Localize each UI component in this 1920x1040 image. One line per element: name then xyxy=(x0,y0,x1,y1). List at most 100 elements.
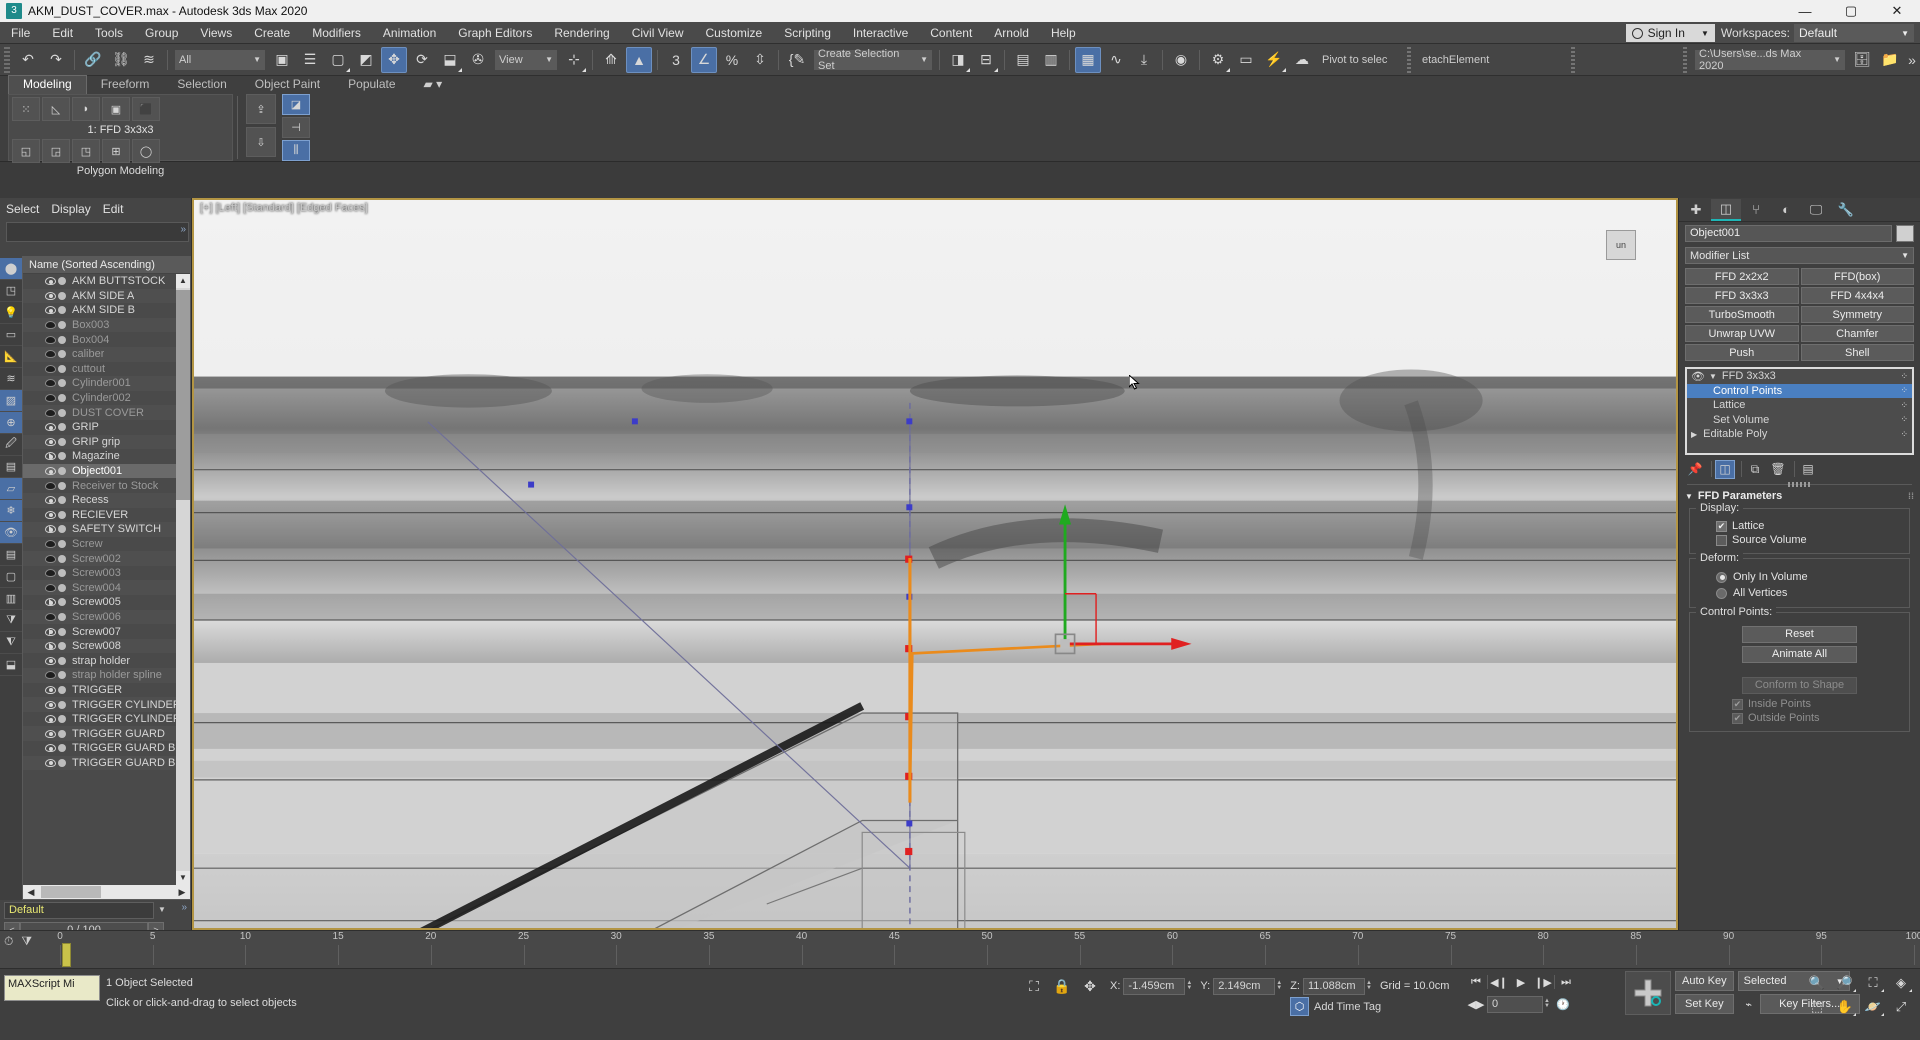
select-and-move-button[interactable]: ✥ xyxy=(381,46,407,73)
maxscript-mini-listener[interactable]: MAXScript Mi xyxy=(4,975,100,1001)
freeze-dot-icon[interactable] xyxy=(58,569,66,578)
use-pivot-point-center-button[interactable]: ⊹ xyxy=(561,47,587,73)
eye-visible-icon[interactable] xyxy=(45,758,56,767)
modify-tab-icon[interactable]: ◫ xyxy=(1711,198,1741,221)
eye-icon[interactable]: 👁 xyxy=(1691,370,1705,383)
z-field[interactable]: 11.088cm xyxy=(1302,977,1365,995)
key-mode-toggle-button[interactable]: ◀▶ xyxy=(1465,994,1487,1014)
animate-all-button[interactable]: Animate All xyxy=(1742,646,1857,663)
explorer-row[interactable]: cuttout xyxy=(23,362,190,377)
menu-scripting[interactable]: Scripting xyxy=(773,22,842,44)
filter-hidden-icon[interactable]: 👁 xyxy=(0,522,22,544)
filter-helpers-icon[interactable]: 📐 xyxy=(0,346,22,368)
explorer-menu-select[interactable]: Select xyxy=(6,202,51,216)
open-project-folder-button[interactable]: 📁 xyxy=(1877,47,1903,73)
ribbon-tab-populate[interactable]: Populate xyxy=(334,76,409,94)
eye-hidden-icon[interactable] xyxy=(45,408,56,417)
ribbon-tab-selection[interactable]: Selection xyxy=(163,76,240,94)
selection-lock-region-icon[interactable]: ⛶ xyxy=(1021,973,1047,999)
zoom-all-icon[interactable]: 🔎 xyxy=(1832,972,1858,994)
paint-connect-button[interactable]: ◳ xyxy=(72,139,100,163)
explorer-row[interactable]: Screw004 xyxy=(23,580,190,596)
scene-explorer-button[interactable]: ▥ xyxy=(1038,47,1064,73)
filter-square-icon[interactable]: ▢ xyxy=(0,566,22,588)
viewport-label[interactable]: [+] [Left] [Standard] [Edged Faces] xyxy=(200,202,368,214)
create-tab-icon[interactable]: ✚ xyxy=(1681,199,1711,221)
window-crossing-button[interactable]: ◩ xyxy=(353,47,379,73)
explorer-row[interactable]: Screw005 xyxy=(23,595,190,610)
explorer-row[interactable]: Object001 xyxy=(23,463,190,479)
scene-explorer-list[interactable]: Name (Sorted Ascending) AKM BUTTSTOCK AKM… xyxy=(22,256,191,900)
zoom-region-icon[interactable]: ⬚ xyxy=(1804,996,1830,1018)
create-selection-set-dropdown[interactable]: Create Selection Set ▼ xyxy=(814,48,932,72)
freeze-dot-icon[interactable] xyxy=(58,291,66,300)
absolute-relative-transform-icon[interactable]: ✥ xyxy=(1077,973,1103,999)
menu-graph-editors[interactable]: Graph Editors xyxy=(447,22,543,44)
menu-edit[interactable]: Edit xyxy=(41,22,84,44)
freeze-dot-icon[interactable] xyxy=(58,437,66,446)
stack-subitem-lattice[interactable]: Lattice ⁘ xyxy=(1687,398,1912,413)
explorer-row[interactable]: TRIGGER CYLINDER xyxy=(23,712,190,727)
viewport-left[interactable]: [+] [Left] [Standard] [Edged Faces] un xyxy=(192,198,1678,930)
freeze-dot-icon[interactable] xyxy=(58,364,66,373)
schematic-view-button[interactable]: ⤓ xyxy=(1131,47,1157,73)
selection-lock-icon[interactable]: 🔒 xyxy=(1049,973,1075,999)
show-end-result-icon[interactable]: ◫ xyxy=(1715,459,1735,479)
project-folder-dropdown[interactable]: C:\Users\se...ds Max 2020 ▼ xyxy=(1695,48,1845,72)
eye-visible-icon[interactable] xyxy=(45,423,56,432)
eye-hidden-icon[interactable] xyxy=(45,364,56,373)
auto-key-button[interactable]: Auto Key xyxy=(1675,971,1734,991)
eye-visible-icon[interactable] xyxy=(45,437,56,446)
freeze-dot-icon[interactable] xyxy=(58,715,66,724)
project-settings-button[interactable]: 🗄 xyxy=(1849,47,1875,73)
eye-hidden-icon[interactable] xyxy=(45,569,56,578)
eye-visible-icon[interactable] xyxy=(45,715,56,724)
layer-expand-icon[interactable]: » xyxy=(181,902,187,913)
freeze-dot-icon[interactable] xyxy=(58,583,66,592)
make-unique-icon[interactable]: ⧉ xyxy=(1745,460,1765,479)
pin-stack-icon[interactable]: 📌 xyxy=(1685,460,1705,479)
x-field[interactable]: -1.459cm xyxy=(1123,977,1186,995)
eye-visible-icon[interactable] xyxy=(45,291,56,300)
menu-create[interactable]: Create xyxy=(243,22,301,44)
stack-subitem-control-points[interactable]: Control Points ⁘ xyxy=(1687,383,1912,398)
maximize-button[interactable]: ▢ xyxy=(1828,0,1874,22)
explorer-row[interactable]: strap holder spline xyxy=(23,668,190,683)
vertex-subobject-button[interactable]: ⁙ xyxy=(12,97,40,121)
menu-animation[interactable]: Animation xyxy=(372,22,447,44)
explorer-row[interactable]: TRIGGER GUARD xyxy=(23,726,190,741)
orbit-icon[interactable]: 🪐 xyxy=(1860,996,1886,1018)
eye-visible-icon[interactable] xyxy=(45,642,56,651)
curve-editor-button[interactable]: ∿ xyxy=(1103,47,1129,73)
bind-to-space-warp-button[interactable]: ≋ xyxy=(136,47,162,73)
select-and-manipulate-button[interactable]: ⟰ xyxy=(598,47,624,73)
explorer-row[interactable]: Screw002 xyxy=(23,551,190,566)
pivot-to-selection-text[interactable]: Pivot to selec xyxy=(1316,54,1402,66)
explorer-row[interactable]: Recess xyxy=(23,492,190,508)
ribbon-tab-freeform[interactable]: Freeform xyxy=(87,76,164,94)
mirror-button[interactable]: ◨ xyxy=(945,47,971,73)
motion-tab-icon[interactable]: ◐ xyxy=(1771,199,1801,221)
freeze-dot-icon[interactable] xyxy=(58,350,66,359)
collapse-stack-button[interactable]: ⇪ xyxy=(246,94,276,124)
freeze-dot-icon[interactable] xyxy=(58,510,66,519)
filter-lights-icon[interactable]: 💡 xyxy=(0,302,22,324)
eye-visible-icon[interactable] xyxy=(45,700,56,709)
stack-subitem-set-volume[interactable]: Set Volume ⁘ xyxy=(1687,413,1912,428)
eye-visible-icon[interactable] xyxy=(45,598,56,607)
inside-points-checkbox[interactable]: ✔ Inside Points xyxy=(1698,697,1901,711)
current-frame-field[interactable]: 0 xyxy=(1487,995,1543,1013)
filter-space-warps-icon[interactable]: ≋ xyxy=(0,368,22,390)
all-vertices-radio[interactable]: All Vertices xyxy=(1698,585,1901,601)
freeze-dot-icon[interactable] xyxy=(58,452,66,461)
go-to-start-button[interactable]: ⏮ xyxy=(1465,972,1487,992)
ribbon-tab-modeling[interactable]: Modeling xyxy=(8,75,87,94)
select-and-link-button[interactable]: 🔗 xyxy=(80,47,106,73)
explorer-column-header[interactable]: Name (Sorted Ascending) xyxy=(23,257,190,274)
scroll-thumb-h[interactable] xyxy=(41,886,101,898)
time-configuration-button[interactable]: 🕐 xyxy=(1552,994,1574,1014)
modifier-ffd-2x2x2-button[interactable]: FFD 2x2x2 xyxy=(1685,268,1799,285)
freeze-dot-icon[interactable] xyxy=(58,685,66,694)
explorer-row[interactable]: DUST COVER xyxy=(23,405,190,420)
minimize-button[interactable]: — xyxy=(1782,0,1828,22)
